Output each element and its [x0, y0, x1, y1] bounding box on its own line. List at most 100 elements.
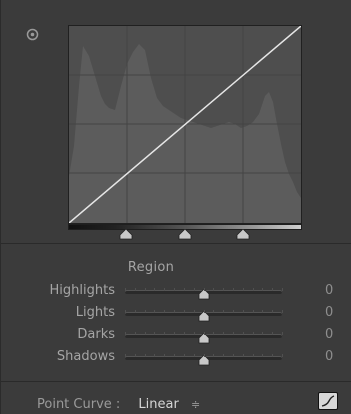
slider-tick	[174, 310, 176, 313]
slider-tick	[272, 354, 274, 357]
highlight-split-handle[interactable]	[236, 225, 250, 240]
slider-tick	[183, 310, 185, 313]
tone-curve-graph[interactable]	[68, 25, 302, 224]
slider-tick	[174, 354, 176, 357]
shadows-value[interactable]: 0	[325, 349, 333, 364]
slider-tick	[223, 332, 225, 335]
point-curve-dropdown[interactable]: Linear ≑	[138, 397, 200, 412]
slider-tick	[125, 288, 126, 291]
edit-point-curve-button[interactable]	[318, 392, 338, 410]
slider-tick	[262, 288, 264, 291]
slider-tick	[262, 310, 264, 313]
highlights-value[interactable]: 0	[325, 283, 333, 298]
slider-tick	[252, 332, 254, 335]
slider-tick	[282, 332, 283, 335]
slider-tick	[144, 354, 146, 357]
slider-tick	[272, 288, 274, 291]
point-curve-row: Point Curve : Linear ≑	[37, 397, 200, 412]
slider-tick	[242, 354, 244, 357]
slider-tick	[213, 332, 215, 335]
slider-tick	[223, 354, 225, 357]
shadow-split-handle[interactable]	[119, 225, 133, 240]
slider-tick	[223, 288, 225, 291]
slider-tick	[272, 332, 274, 335]
lights-label: Lights	[75, 305, 115, 320]
slider-tick	[174, 288, 176, 291]
slider-tick	[223, 310, 225, 313]
shadows-label: Shadows	[56, 349, 115, 364]
slider-tick	[242, 288, 244, 291]
slider-tick	[252, 310, 254, 313]
slider-tick	[213, 310, 215, 313]
updown-arrows-icon[interactable]: ≑	[191, 398, 200, 411]
slider-tick	[164, 288, 166, 291]
slider-tick	[134, 310, 136, 313]
slider-tick	[134, 354, 136, 357]
shadows-slider[interactable]	[125, 354, 283, 366]
slider-tick	[125, 310, 126, 313]
divider	[1, 243, 351, 244]
slider-tick	[144, 288, 146, 291]
slider-tick	[262, 332, 264, 335]
slider-tick	[213, 354, 215, 357]
slider-tick	[203, 310, 205, 313]
slider-tick	[154, 288, 156, 291]
slider-tick	[193, 332, 195, 335]
slider-tick	[125, 354, 126, 357]
slider-tick	[134, 288, 136, 291]
slider-tick	[203, 288, 205, 291]
slider-tick	[282, 354, 283, 357]
darks-slider-row: Darks 0	[1, 326, 351, 346]
highlights-slider[interactable]	[125, 288, 283, 300]
slider-tick	[125, 332, 126, 335]
lights-value[interactable]: 0	[325, 305, 333, 320]
slider-tick	[203, 354, 205, 357]
midtone-split-handle[interactable]	[178, 225, 192, 240]
darks-slider[interactable]	[125, 332, 283, 344]
region-title: Region	[127, 260, 175, 275]
slider-tick	[242, 310, 244, 313]
slider-tick	[193, 310, 195, 313]
slider-tick	[144, 332, 146, 335]
curve-edit-icon	[321, 395, 335, 407]
tone-curve-panel: Region Highlights 0 Lights 0 Darks 0 Sha…	[0, 0, 351, 414]
slider-tick	[154, 310, 156, 313]
point-curve-label: Point Curve :	[37, 397, 121, 412]
slider-tick	[164, 310, 166, 313]
slider-tick	[282, 310, 283, 313]
divider	[1, 381, 351, 382]
slider-tick	[144, 310, 146, 313]
slider-tick	[262, 354, 264, 357]
slider-tick	[193, 354, 195, 357]
slider-tick	[282, 288, 283, 291]
slider-tick	[272, 310, 274, 313]
slider-tick	[232, 310, 234, 313]
lights-slider[interactable]	[125, 310, 283, 322]
highlights-label: Highlights	[49, 283, 115, 298]
slider-tick	[183, 332, 185, 335]
slider-tick	[154, 354, 156, 357]
slider-tick	[164, 354, 166, 357]
slider-tick	[232, 332, 234, 335]
slider-tick	[183, 288, 185, 291]
slider-tick	[232, 354, 234, 357]
darks-value[interactable]: 0	[325, 327, 333, 342]
slider-tick	[252, 288, 254, 291]
slider-tick	[213, 288, 215, 291]
slider-tick	[174, 332, 176, 335]
targeted-adjustment-icon[interactable]	[26, 26, 39, 41]
lights-slider-row: Lights 0	[1, 304, 351, 324]
slider-tick	[183, 354, 185, 357]
slider-tick	[252, 354, 254, 357]
highlights-slider-row: Highlights 0	[1, 282, 351, 302]
point-curve-value[interactable]: Linear	[138, 397, 178, 412]
slider-tick	[164, 332, 166, 335]
darks-label: Darks	[77, 327, 115, 342]
slider-tick	[232, 288, 234, 291]
shadows-slider-row: Shadows 0	[1, 348, 351, 368]
slider-tick	[134, 332, 136, 335]
slider-tick	[154, 332, 156, 335]
slider-tick	[193, 288, 195, 291]
slider-tick	[242, 332, 244, 335]
slider-tick	[203, 332, 205, 335]
